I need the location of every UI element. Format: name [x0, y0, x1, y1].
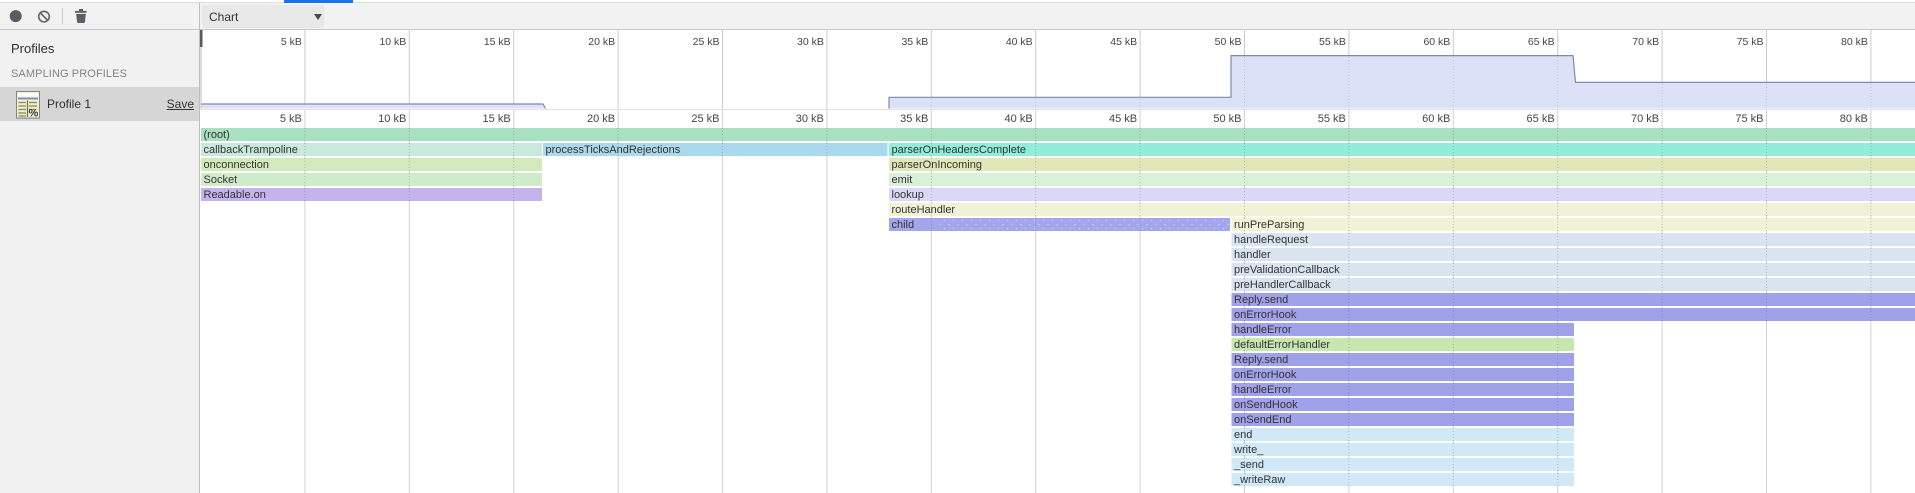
svg-text:55 kB: 55 kB: [1318, 113, 1346, 125]
svg-text:60 kB: 60 kB: [1423, 36, 1450, 48]
svg-text:5 kB: 5 kB: [281, 36, 302, 48]
svg-text:(root): (root): [204, 129, 230, 141]
svg-text:Socket: Socket: [204, 174, 238, 186]
svg-text:25 kB: 25 kB: [693, 36, 720, 48]
svg-text:routeHandler: routeHandler: [892, 204, 956, 216]
svg-text:80 kB: 80 kB: [1840, 113, 1868, 125]
svg-text:35 kB: 35 kB: [900, 113, 928, 125]
svg-text:handleError: handleError: [1234, 384, 1292, 396]
svg-text:40 kB: 40 kB: [1005, 113, 1033, 125]
svg-text:onErrorHook: onErrorHook: [1234, 369, 1297, 381]
svg-text:30 kB: 30 kB: [796, 113, 824, 125]
svg-text:75 kB: 75 kB: [1737, 36, 1764, 48]
svg-text:_writeRaw: _writeRaw: [1233, 474, 1285, 486]
svg-text:defaultErrorHandler: defaultErrorHandler: [1234, 339, 1330, 351]
svg-text:50 kB: 50 kB: [1213, 113, 1241, 125]
svg-text:onSendEnd: onSendEnd: [1234, 414, 1292, 426]
svg-text:preHandlerCallback: preHandlerCallback: [1234, 279, 1331, 291]
svg-text:70 kB: 70 kB: [1632, 36, 1659, 48]
svg-text:onconnection: onconnection: [204, 159, 269, 171]
svg-text:10 kB: 10 kB: [378, 113, 406, 125]
svg-text:runPreParsing: runPreParsing: [1234, 219, 1304, 231]
svg-text:20 kB: 20 kB: [587, 113, 615, 125]
svg-text:emit: emit: [892, 174, 913, 186]
svg-text:80 kB: 80 kB: [1841, 36, 1868, 48]
svg-text:handler: handler: [1234, 249, 1271, 261]
svg-text:handleError: handleError: [1234, 324, 1292, 336]
svg-text:callbackTrampoline: callbackTrampoline: [204, 144, 298, 156]
svg-text:onErrorHook: onErrorHook: [1234, 309, 1297, 321]
svg-text:20 kB: 20 kB: [588, 36, 615, 48]
svg-text:40 kB: 40 kB: [1006, 36, 1033, 48]
svg-text:15 kB: 15 kB: [483, 113, 511, 125]
svg-text:parserOnIncoming: parserOnIncoming: [892, 159, 983, 171]
svg-text:50 kB: 50 kB: [1215, 36, 1242, 48]
svg-text:handleRequest: handleRequest: [1234, 234, 1308, 246]
svg-text:70 kB: 70 kB: [1631, 113, 1659, 125]
svg-text:5 kB: 5 kB: [280, 113, 302, 125]
svg-text:write_: write_: [1233, 444, 1264, 456]
svg-text:end: end: [1234, 429, 1252, 441]
svg-text:onSendHook: onSendHook: [1234, 399, 1298, 411]
svg-text:75 kB: 75 kB: [1735, 113, 1763, 125]
svg-text:65 kB: 65 kB: [1528, 36, 1555, 48]
svg-text:Reply.send: Reply.send: [1234, 354, 1288, 366]
svg-text:25 kB: 25 kB: [691, 113, 719, 125]
svg-text:lookup: lookup: [892, 189, 924, 201]
svg-text:45 kB: 45 kB: [1109, 113, 1137, 125]
svg-text:processTicksAndRejections: processTicksAndRejections: [546, 144, 681, 156]
svg-text:Readable.on: Readable.on: [204, 189, 266, 201]
svg-text:10 kB: 10 kB: [379, 36, 406, 48]
svg-text:30 kB: 30 kB: [797, 36, 824, 48]
svg-text:_send: _send: [1233, 459, 1264, 471]
svg-text:child: child: [892, 219, 915, 231]
svg-text:45 kB: 45 kB: [1110, 36, 1137, 48]
svg-text:60 kB: 60 kB: [1422, 113, 1450, 125]
svg-text:35 kB: 35 kB: [901, 36, 928, 48]
svg-text:preValidationCallback: preValidationCallback: [1234, 264, 1340, 276]
svg-text:parserOnHeadersComplete: parserOnHeadersComplete: [892, 144, 1027, 156]
svg-text:15 kB: 15 kB: [484, 36, 511, 48]
svg-text:55 kB: 55 kB: [1319, 36, 1346, 48]
svg-text:%: %: [29, 108, 39, 120]
svg-text:65 kB: 65 kB: [1527, 113, 1555, 125]
svg-text:Reply.send: Reply.send: [1234, 294, 1288, 306]
